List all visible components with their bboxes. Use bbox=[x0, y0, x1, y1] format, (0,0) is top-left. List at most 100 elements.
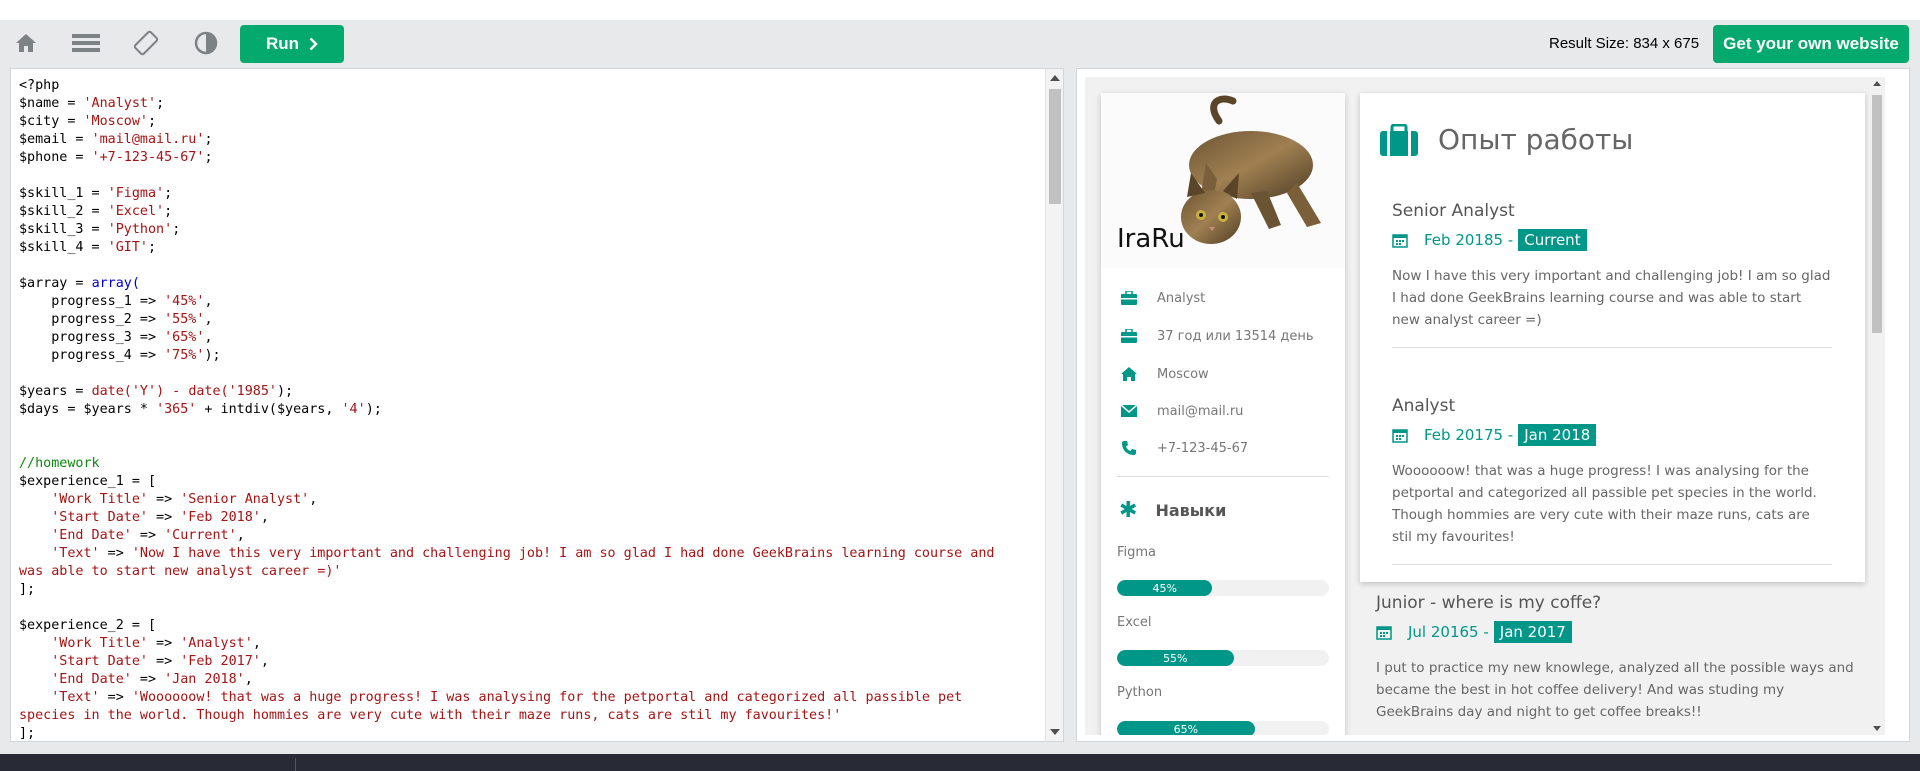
calendar-icon bbox=[1376, 624, 1392, 640]
code-token: ; bbox=[164, 186, 173, 201]
code-line[interactable]: species in the world. Though hommies are… bbox=[19, 707, 1039, 725]
result-scrollbar[interactable] bbox=[1869, 77, 1885, 735]
code-line[interactable]: 'End Date' => 'Jan 2018', bbox=[19, 671, 1039, 689]
code-line[interactable]: $years = date('Y') - date('1985'); bbox=[19, 383, 1039, 401]
code-line[interactable]: $skill_1 = 'Figma'; bbox=[19, 185, 1039, 203]
code-token: $name = bbox=[19, 96, 84, 111]
skill-progress-fill: 55% bbox=[1117, 650, 1234, 666]
code-token: => bbox=[148, 654, 181, 669]
code-line[interactable] bbox=[19, 599, 1039, 617]
divider bbox=[1392, 564, 1832, 565]
code-line[interactable] bbox=[19, 419, 1039, 437]
code-token: ; bbox=[164, 204, 173, 219]
result-page: IraRu Analyst 37 год или 13514 день Mosc… bbox=[1085, 77, 1885, 735]
code-line[interactable] bbox=[19, 365, 1039, 383]
code-token: date( bbox=[188, 384, 229, 399]
editor-scrollbar[interactable] bbox=[1045, 69, 1063, 741]
code-token: $years = bbox=[19, 384, 92, 399]
scroll-up-arrow-icon[interactable] bbox=[1873, 81, 1881, 86]
code-line[interactable]: progress_2 => '55%', bbox=[19, 311, 1039, 329]
briefcase-icon bbox=[1119, 328, 1139, 344]
scrollbar-thumb[interactable] bbox=[1049, 89, 1061, 204]
contrast-icon[interactable] bbox=[186, 20, 226, 66]
code-line[interactable]: <?php bbox=[19, 77, 1039, 95]
code-line[interactable]: was able to start new analyst career =)' bbox=[19, 563, 1039, 581]
code-line[interactable]: 'Text' => 'Now I have this very importan… bbox=[19, 545, 1039, 563]
code-token: progress_2 => bbox=[19, 312, 165, 327]
rotate-orientation-icon[interactable] bbox=[126, 20, 166, 66]
code-token: , bbox=[204, 330, 213, 345]
code-token: '365' bbox=[156, 402, 197, 417]
code-line[interactable]: $name = 'Analyst'; bbox=[19, 95, 1039, 113]
result-size-label: Result Size: 834 x 675 bbox=[1549, 35, 1700, 52]
code-line[interactable]: ]; bbox=[19, 725, 1039, 741]
code-line[interactable]: $city = 'Moscow'; bbox=[19, 113, 1039, 131]
get-own-website-button[interactable]: Get your own website bbox=[1713, 25, 1909, 63]
skill-progress-bar: 65% bbox=[1117, 721, 1329, 735]
code-line[interactable]: progress_3 => '65%', bbox=[19, 329, 1039, 347]
code-line[interactable] bbox=[19, 257, 1039, 275]
job-description: I put to practice my new knowlege, analy… bbox=[1376, 660, 1854, 720]
code-line[interactable]: 'Work Title' => 'Analyst', bbox=[19, 635, 1039, 653]
code-token: , bbox=[204, 294, 213, 309]
profile-age-row: 37 год или 13514 день bbox=[1119, 326, 1314, 346]
code-line[interactable]: 'Start Date' => 'Feb 2017', bbox=[19, 653, 1039, 671]
code-line[interactable]: $skill_2 = 'Excel'; bbox=[19, 203, 1039, 221]
run-button[interactable]: Run bbox=[240, 25, 344, 63]
code-token: 'Excel' bbox=[107, 204, 165, 219]
code-line[interactable]: $email = 'mail@mail.ru'; bbox=[19, 131, 1039, 149]
home-icon bbox=[1119, 366, 1139, 382]
code-line[interactable]: $skill_4 = 'GIT'; bbox=[19, 239, 1039, 257]
code-token: <?php bbox=[19, 78, 60, 93]
code-line[interactable] bbox=[19, 167, 1039, 185]
scroll-down-arrow-icon[interactable] bbox=[1050, 729, 1060, 735]
code-token: 'Start Date' bbox=[51, 510, 148, 525]
phone-icon bbox=[1119, 440, 1139, 456]
experience-card: Опыт работы Senior Analyst Feb 20185 - C… bbox=[1360, 93, 1865, 582]
code-token: ); bbox=[204, 348, 221, 363]
code-line[interactable]: //homework bbox=[19, 455, 1039, 473]
code-token: , bbox=[244, 672, 253, 687]
code-token: '75%' bbox=[164, 348, 205, 363]
code-token: progress_3 => bbox=[19, 330, 165, 345]
code-line[interactable]: 'Text' => 'Woooooow! that was a huge pro… bbox=[19, 689, 1039, 707]
menu-icon[interactable] bbox=[66, 20, 106, 66]
code-token: => bbox=[148, 492, 181, 507]
code-line[interactable]: $experience_2 = [ bbox=[19, 617, 1039, 635]
code-token: 'Python' bbox=[107, 222, 173, 237]
code-line[interactable]: $array = array( bbox=[19, 275, 1039, 293]
scroll-up-arrow-icon[interactable] bbox=[1050, 75, 1060, 81]
code-token: 'mail@mail.ru' bbox=[91, 132, 205, 147]
code-line[interactable]: $skill_3 = 'Python'; bbox=[19, 221, 1039, 239]
code-token: 'Text' bbox=[51, 546, 100, 561]
result-pane: IraRu Analyst 37 год или 13514 день Mosc… bbox=[1076, 68, 1910, 742]
home-icon[interactable] bbox=[6, 20, 46, 66]
code-token: '45%' bbox=[164, 294, 205, 309]
code-editor[interactable]: <?php $name = 'Analyst'; $city = 'Moscow';… bbox=[10, 68, 1064, 742]
code-line[interactable]: progress_1 => '45%', bbox=[19, 293, 1039, 311]
code-line[interactable]: $experience_1 = [ bbox=[19, 473, 1039, 491]
code-line[interactable]: progress_4 => '75%'); bbox=[19, 347, 1039, 365]
code-token: species in the world. Though hommies are… bbox=[19, 708, 842, 723]
code-line[interactable]: 'End Date' => 'Current', bbox=[19, 527, 1039, 545]
job-dates: Feb 20175 - Jan 2018 bbox=[1392, 424, 1832, 446]
scroll-down-arrow-icon[interactable] bbox=[1873, 726, 1881, 731]
top-strip bbox=[0, 0, 1920, 20]
job-title: Junior - where is my coffe? bbox=[1376, 593, 1602, 613]
code-line[interactable]: $phone = '+7-123-45-67'; bbox=[19, 149, 1039, 167]
code-token: ; bbox=[148, 240, 157, 255]
scrollbar-thumb[interactable] bbox=[1872, 95, 1882, 333]
code-line[interactable] bbox=[19, 437, 1039, 455]
code-token: array( bbox=[91, 276, 140, 291]
code-line[interactable]: 'Work Title' => 'Senior Analyst', bbox=[19, 491, 1039, 509]
code-content[interactable]: <?php $name = 'Analyst'; $city = 'Moscow';… bbox=[19, 77, 1039, 741]
code-line[interactable]: $days = $years * '365' + intdiv($years, … bbox=[19, 401, 1039, 419]
code-token: ; bbox=[148, 114, 157, 129]
code-token: $skill_1 = bbox=[19, 186, 108, 201]
divider bbox=[1117, 476, 1329, 477]
code-line[interactable]: 'Start Date' => 'Feb 2018', bbox=[19, 509, 1039, 527]
code-token: progress_1 => bbox=[19, 294, 165, 309]
code-line[interactable]: ]; bbox=[19, 581, 1039, 599]
code-token: + intdiv($years, bbox=[196, 402, 342, 417]
